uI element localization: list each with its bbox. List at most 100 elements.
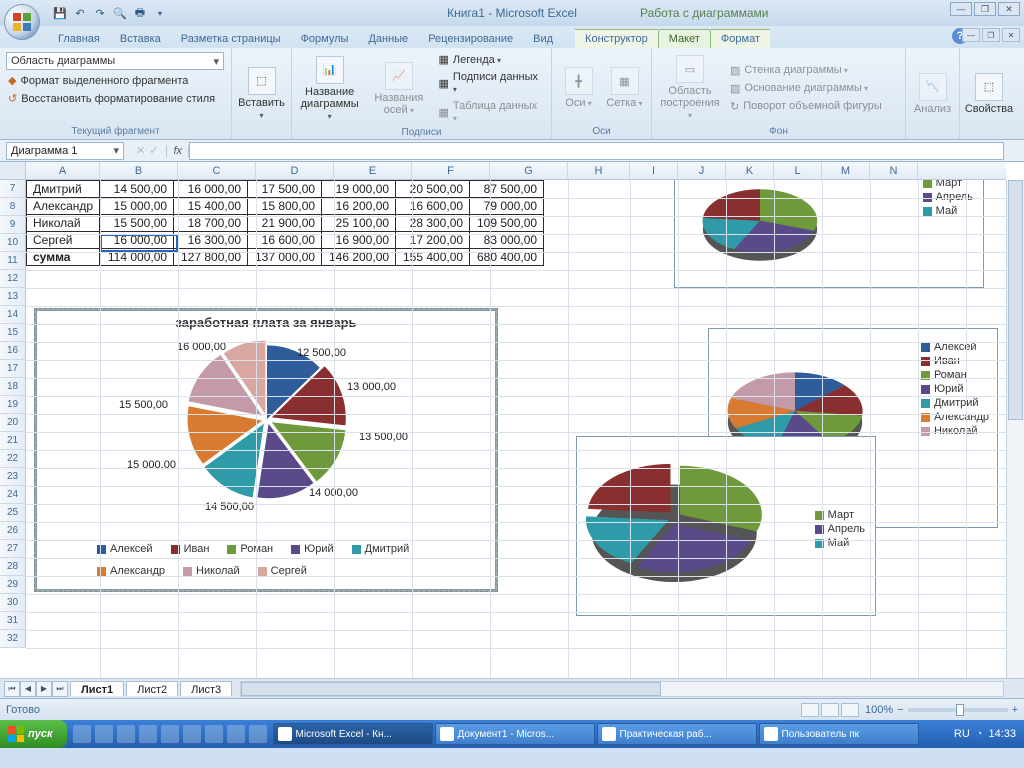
gridlines-button[interactable]: ▦ Сетка bbox=[605, 67, 645, 109]
cell[interactable]: 16 000,00 bbox=[174, 181, 248, 198]
zoom-slider-knob[interactable] bbox=[956, 704, 964, 716]
row-header[interactable]: 20 bbox=[0, 414, 25, 432]
ql-icon[interactable] bbox=[227, 725, 245, 743]
name-box[interactable]: Диаграмма 1 ▾ bbox=[6, 142, 124, 160]
taskbar-task[interactable]: Документ1 - Micros... bbox=[435, 723, 595, 745]
tab-formulas[interactable]: Формулы bbox=[291, 30, 359, 48]
tab-insert[interactable]: Вставка bbox=[110, 30, 171, 48]
start-button[interactable]: пуск bbox=[0, 720, 67, 748]
qat-dropdown-icon[interactable]: ▾ bbox=[152, 5, 168, 21]
sheet-tab[interactable]: Лист1 bbox=[70, 681, 124, 696]
row-header[interactable]: 26 bbox=[0, 522, 25, 540]
chart-elements-combo[interactable]: Область диаграммы ▾ bbox=[6, 52, 224, 70]
cell[interactable]: 16 600,00 bbox=[396, 198, 470, 215]
ql-icon[interactable] bbox=[73, 725, 91, 743]
tab-page-layout[interactable]: Разметка страницы bbox=[171, 30, 291, 48]
tab-data[interactable]: Данные bbox=[358, 30, 418, 48]
zoom-slider[interactable] bbox=[908, 708, 1008, 712]
ql-icon[interactable] bbox=[249, 725, 267, 743]
cell[interactable]: 16 200,00 bbox=[322, 198, 396, 215]
row-header[interactable]: 19 bbox=[0, 396, 25, 414]
row-header[interactable]: 14 bbox=[0, 306, 25, 324]
analysis-button[interactable]: 📉 Анализ bbox=[912, 73, 953, 115]
fx-label[interactable]: fx bbox=[166, 145, 189, 157]
column-header[interactable]: I bbox=[630, 162, 678, 179]
column-header[interactable]: C bbox=[178, 162, 256, 179]
sheet-nav-prev[interactable]: ◀ bbox=[20, 681, 36, 697]
undo-icon[interactable]: ↶ bbox=[72, 5, 88, 21]
sheet-tab[interactable]: Лист2 bbox=[126, 681, 178, 696]
cell[interactable]: 15 400,00 bbox=[174, 198, 248, 215]
column-header[interactable]: A bbox=[26, 162, 100, 179]
maximize-button[interactable]: ❐ bbox=[974, 2, 996, 16]
column-header[interactable]: M bbox=[822, 162, 870, 179]
row-header[interactable]: 27 bbox=[0, 540, 25, 558]
ql-icon[interactable] bbox=[117, 725, 135, 743]
scrollbar-thumb[interactable] bbox=[1008, 180, 1023, 420]
column-header[interactable]: J bbox=[678, 162, 726, 179]
cell[interactable]: 18 700,00 bbox=[174, 215, 248, 232]
cell[interactable]: 19 000,00 bbox=[322, 181, 396, 198]
taskbar-task[interactable]: Пользователь пк bbox=[759, 723, 919, 745]
row-header[interactable]: 22 bbox=[0, 450, 25, 468]
row-header[interactable]: 9 bbox=[0, 216, 25, 234]
horizontal-scrollbar[interactable] bbox=[240, 681, 1004, 697]
view-page-break-button[interactable] bbox=[841, 703, 859, 717]
properties-button[interactable]: ⬚ Свойства bbox=[965, 73, 1013, 115]
row-header[interactable]: 8 bbox=[0, 198, 25, 216]
data-labels-button[interactable]: ▦Подписи данных bbox=[437, 70, 545, 96]
sheet-nav-next[interactable]: ▶ bbox=[36, 681, 52, 697]
close-button[interactable]: ✕ bbox=[998, 2, 1020, 16]
insert-button[interactable]: ⬚ Вставить bbox=[238, 67, 285, 121]
plot-area-button[interactable]: ▭ Область построения bbox=[658, 55, 722, 121]
row-header[interactable]: 24 bbox=[0, 486, 25, 504]
cell[interactable]: 15 500,00 bbox=[100, 215, 174, 232]
cell[interactable]: Николай bbox=[27, 215, 100, 232]
tab-home[interactable]: Главная bbox=[48, 30, 110, 48]
view-page-layout-button[interactable] bbox=[821, 703, 839, 717]
axis-titles-button[interactable]: 📈 Названия осей bbox=[367, 62, 430, 116]
row-header[interactable]: 13 bbox=[0, 288, 25, 306]
row-header[interactable]: 17 bbox=[0, 360, 25, 378]
redo-icon[interactable]: ↷ bbox=[92, 5, 108, 21]
taskbar-task[interactable]: Microsoft Excel - Кн... bbox=[273, 723, 433, 745]
scrollbar-thumb[interactable] bbox=[241, 682, 661, 696]
sheet-tab[interactable]: Лист3 bbox=[180, 681, 232, 696]
chart-wall-button[interactable]: ▨Стенка диаграммы bbox=[728, 63, 884, 78]
clock[interactable]: 14:33 bbox=[988, 728, 1016, 740]
column-header[interactable]: E bbox=[334, 162, 412, 179]
row-header[interactable]: 15 bbox=[0, 324, 25, 342]
column-header[interactable]: F bbox=[412, 162, 490, 179]
language-indicator[interactable]: RU bbox=[954, 728, 970, 740]
column-header[interactable]: N bbox=[870, 162, 918, 179]
chart-title-button[interactable]: 📊 Название диаграммы bbox=[298, 56, 361, 122]
row-header[interactable]: 32 bbox=[0, 630, 25, 648]
row-header[interactable]: 29 bbox=[0, 576, 25, 594]
cell[interactable]: Александр bbox=[27, 198, 100, 215]
row-header[interactable]: 31 bbox=[0, 612, 25, 630]
axes-button[interactable]: ╋ Оси bbox=[559, 67, 599, 109]
tab-format[interactable]: Формат bbox=[711, 29, 770, 48]
column-header[interactable]: D bbox=[256, 162, 334, 179]
ql-icon[interactable] bbox=[139, 725, 157, 743]
cell[interactable]: 20 500,00 bbox=[396, 181, 470, 198]
column-header[interactable]: L bbox=[774, 162, 822, 179]
cell[interactable]: 15 800,00 bbox=[248, 198, 322, 215]
row-header[interactable]: 30 bbox=[0, 594, 25, 612]
ql-icon[interactable] bbox=[205, 725, 223, 743]
vertical-scrollbar[interactable] bbox=[1006, 180, 1024, 678]
cell[interactable]: 15 000,00 bbox=[100, 198, 174, 215]
mdi-minimize-button[interactable]: — bbox=[962, 28, 980, 42]
cell[interactable]: 109 500,00 bbox=[470, 215, 544, 232]
print-icon[interactable]: 🖶 bbox=[132, 5, 148, 21]
cell[interactable]: 21 900,00 bbox=[248, 215, 322, 232]
cell[interactable]: 79 000,00 bbox=[470, 198, 544, 215]
cell[interactable]: 28 300,00 bbox=[396, 215, 470, 232]
mdi-restore-button[interactable]: ❐ bbox=[982, 28, 1000, 42]
format-selection-button[interactable]: ◆Формат выделенного фрагмента bbox=[6, 73, 190, 88]
select-all-box[interactable] bbox=[0, 162, 26, 180]
zoom-out-button[interactable]: − bbox=[897, 704, 903, 716]
cell[interactable]: Дмитрий bbox=[27, 181, 100, 198]
chart-floor-button[interactable]: ▨Основание диаграммы bbox=[728, 81, 884, 96]
minimize-button[interactable]: — bbox=[950, 2, 972, 16]
